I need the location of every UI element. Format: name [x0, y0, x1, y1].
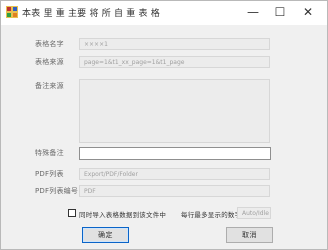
description-label: 备注来源 [35, 82, 64, 90]
source-field[interactable]: page=1&t1_xx_page=1&t1_page [79, 56, 270, 68]
window-title: 本表 里 重 主要 将 所 自 重 表 格 [22, 9, 160, 19]
description-field[interactable] [79, 79, 270, 143]
pdf-id-label: PDF列表编号 [35, 187, 79, 195]
count-label: 每行最多显示的数字 [181, 211, 242, 219]
close-button[interactable]: ✕ [295, 1, 321, 23]
name-label: 表格名字 [35, 40, 64, 48]
pdf-id-field[interactable]: PDF [79, 185, 270, 197]
maximize-button[interactable]: ☐ [267, 1, 293, 23]
source-label: 表格来源 [35, 58, 64, 66]
extra-input[interactable] [79, 147, 271, 160]
cancel-button[interactable]: 取消 [226, 227, 273, 243]
count-field[interactable]: Auto/Idle [237, 207, 271, 219]
import-checkbox-label: 同时导入表格数据到该文件中 [79, 211, 167, 219]
app-grid-icon [6, 6, 18, 18]
name-field[interactable]: ××××1 [79, 38, 270, 50]
ok-button[interactable]: 确定 [82, 227, 129, 243]
import-checkbox[interactable] [68, 209, 76, 217]
pdf-list-label: PDF列表 [35, 170, 64, 178]
title-bar: 本表 里 重 主要 将 所 自 重 表 格 — ☐ ✕ [1, 1, 327, 25]
pdf-list-field[interactable]: Export/PDF/Folder [79, 168, 270, 180]
dialog-window: 本表 里 重 主要 将 所 自 重 表 格 — ☐ ✕ 表格名字 ××××1 表… [0, 0, 328, 250]
extra-label: 特殊备注 [35, 149, 64, 157]
minimize-button[interactable]: — [240, 1, 266, 23]
